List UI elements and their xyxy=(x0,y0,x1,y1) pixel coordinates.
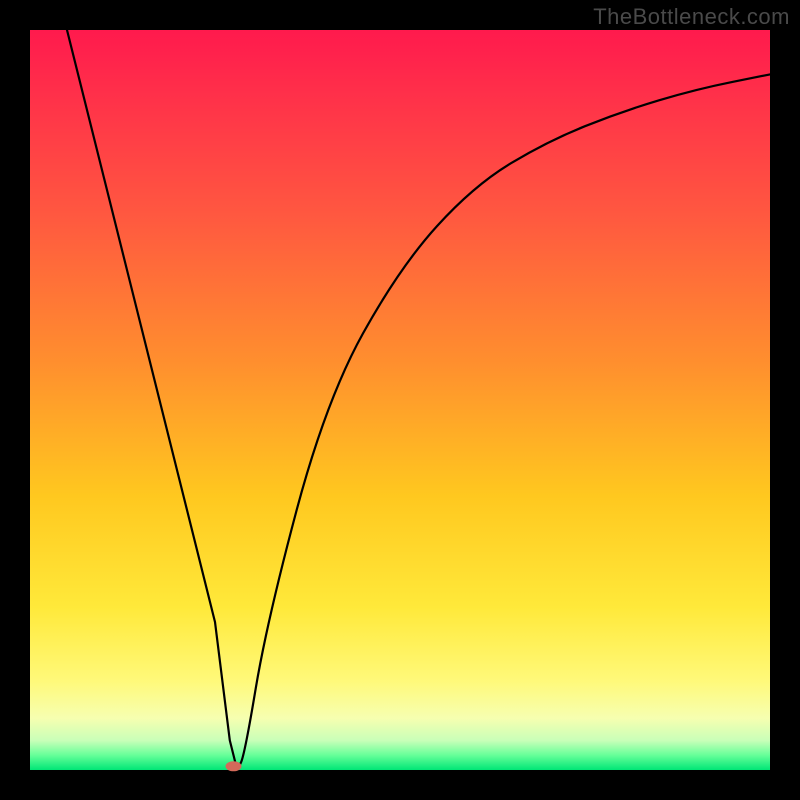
plot-area xyxy=(30,30,770,770)
curve-svg xyxy=(30,30,770,770)
bottleneck-curve xyxy=(67,30,770,770)
chart-frame: TheBottleneck.com xyxy=(0,0,800,800)
watermark-text: TheBottleneck.com xyxy=(593,4,790,30)
minimum-marker xyxy=(226,761,242,771)
